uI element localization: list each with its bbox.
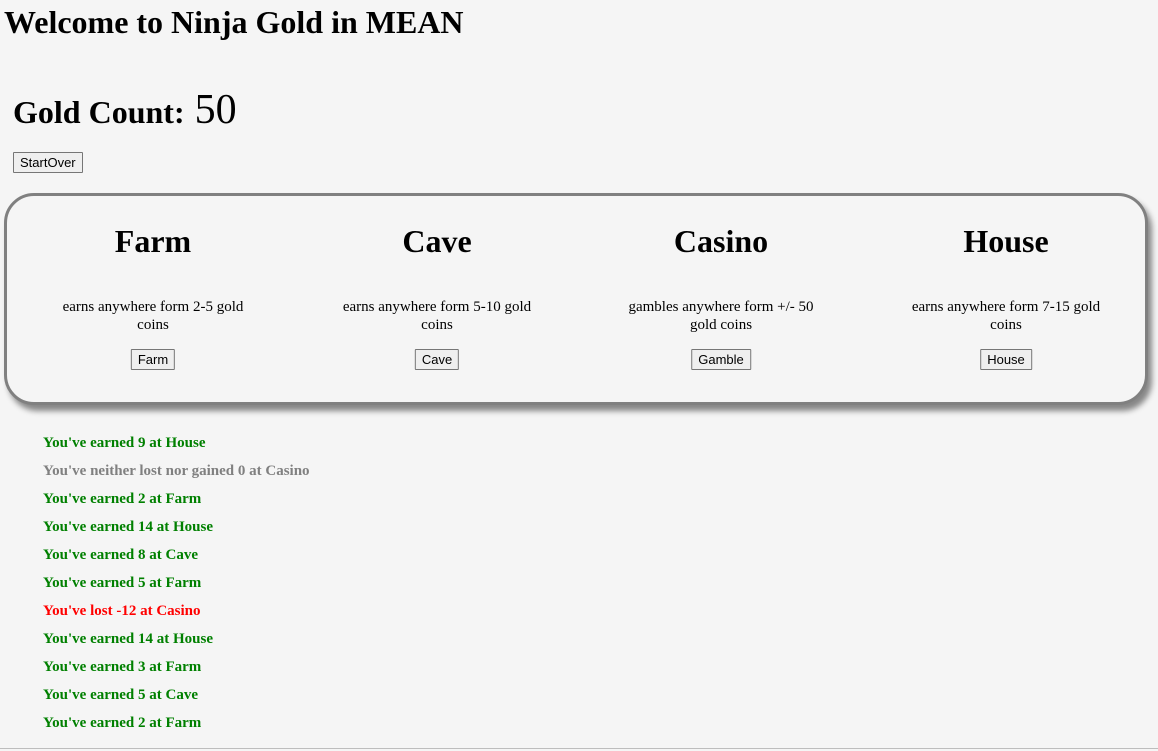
- location-cave-description: earns anywhere form 5-10 gold coins: [342, 299, 532, 333]
- log-entry: You've neither lost nor gained 0 at Casi…: [43, 463, 310, 479]
- log-entry: You've earned 5 at Farm: [43, 575, 202, 591]
- location-farm-description: earns anywhere form 2-5 gold coins: [62, 299, 244, 333]
- log-entry: You've earned 2 at Farm: [43, 491, 202, 507]
- house-button[interactable]: House: [980, 349, 1032, 370]
- bottom-divider: [0, 748, 1158, 749]
- log-entry: You've earned 8 at Cave: [43, 547, 198, 563]
- ninja-gold-page: Welcome to Ninja Gold in MEAN Gold Count…: [0, 0, 1158, 751]
- gold-count-value: 50: [194, 87, 237, 133]
- location-farm-title: Farm: [114, 223, 192, 259]
- page-title: Welcome to Ninja Gold in MEAN: [4, 4, 464, 40]
- start-over-button[interactable]: StartOver: [13, 152, 83, 173]
- log-entry: You've lost -12 at Casino: [43, 603, 201, 619]
- activity-log: You've earned 9 at House You've neither …: [43, 429, 310, 737]
- gold-count: Gold Count: 50: [13, 86, 237, 136]
- location-house-title: House: [963, 223, 1049, 259]
- location-house-description: earns anywhere form 7-15 gold coins: [911, 299, 1101, 333]
- farm-button[interactable]: Farm: [130, 349, 176, 370]
- cave-button[interactable]: Cave: [414, 349, 460, 370]
- location-casino-title: Casino: [673, 223, 769, 259]
- location-casino-description: gambles anywhere form +/- 50 gold coins: [628, 299, 814, 333]
- gold-count-label: Gold Count:: [13, 94, 185, 130]
- log-entry: You've earned 14 at House: [43, 631, 213, 647]
- log-entry: You've earned 3 at Farm: [43, 659, 202, 675]
- locations-panel: Farm earns anywhere form 2-5 gold coins …: [4, 193, 1148, 405]
- log-entry: You've earned 14 at House: [43, 519, 213, 535]
- log-entry: You've earned 2 at Farm: [43, 715, 202, 731]
- gamble-button[interactable]: Gamble: [691, 349, 751, 370]
- location-cave-title: Cave: [402, 223, 472, 259]
- log-entry: You've earned 5 at Cave: [43, 687, 198, 703]
- log-entry: You've earned 9 at House: [43, 435, 206, 451]
